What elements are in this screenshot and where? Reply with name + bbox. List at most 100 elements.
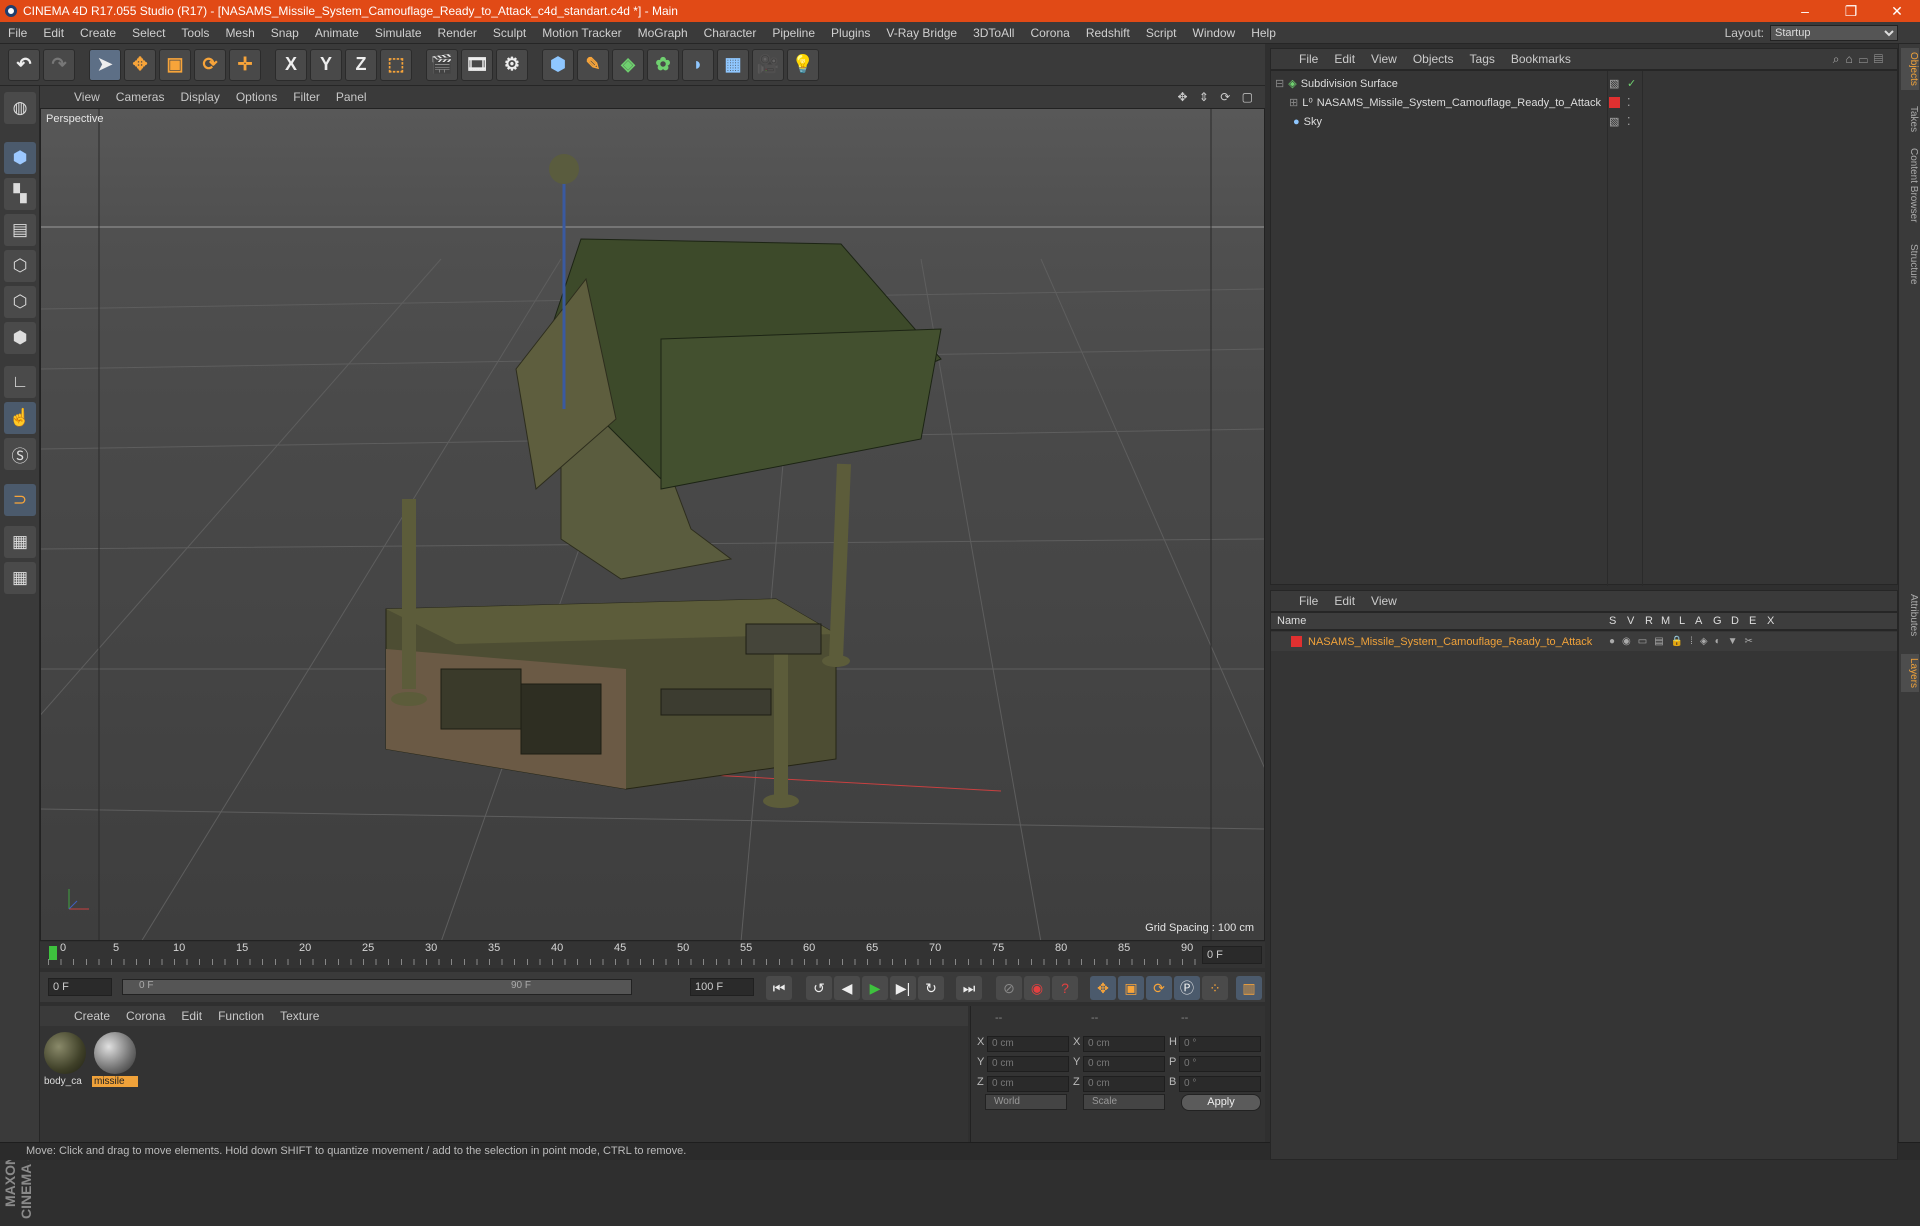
select-tool-icon[interactable]: ➤ xyxy=(89,48,121,81)
menu-help[interactable]: Help xyxy=(1243,26,1284,40)
menu-tools[interactable]: Tools xyxy=(173,26,217,40)
axis-mode-icon[interactable]: ∟ xyxy=(4,366,36,398)
menu-script[interactable]: Script xyxy=(1138,26,1185,40)
menu-snap[interactable]: Snap xyxy=(263,26,307,40)
layer-row[interactable]: NASAMS_Missile_System_Camouflage_Ready_t… xyxy=(1271,632,1897,651)
undo-button[interactable]: ↶ xyxy=(8,48,40,81)
viewport-menu-cameras[interactable]: Cameras xyxy=(108,90,173,104)
viewport-menu-filter[interactable]: Filter xyxy=(285,90,328,104)
apply-button[interactable]: Apply xyxy=(1181,1094,1261,1111)
tab-attributes[interactable]: Attributes xyxy=(1901,590,1919,640)
transform-tool-icon[interactable]: ✛ xyxy=(229,48,261,81)
y-axis-lock-button[interactable]: Y xyxy=(310,48,342,81)
edges-mode-icon[interactable]: ⬡ xyxy=(4,286,36,318)
menu-file[interactable]: File xyxy=(0,26,35,40)
viewport-menu-options[interactable]: Options xyxy=(228,90,285,104)
size-x-field[interactable]: 0 cm xyxy=(1083,1036,1165,1052)
key-parameter-icon[interactable]: Ⓟ xyxy=(1174,976,1200,1000)
subdivision-surface-icon[interactable]: ◈ xyxy=(612,48,644,81)
object-manager-search-home-icons[interactable]: ⌕⌂▭▤ xyxy=(1833,52,1889,67)
next-key-button[interactable]: ↻ xyxy=(918,976,944,1000)
object-row[interactable]: ⊟ ◈ Subdivision Surface ▧ ✓ xyxy=(1271,74,1897,93)
render-picture-viewer-icon[interactable]: 🎞 xyxy=(461,48,493,81)
menu-simulate[interactable]: Simulate xyxy=(367,26,430,40)
menu-animate[interactable]: Animate xyxy=(307,26,367,40)
viewport-menu-panel[interactable]: Panel xyxy=(328,90,375,104)
visibility-dots-icon[interactable]: ⁚ xyxy=(1627,96,1631,109)
visibility-toggle-icon[interactable]: ▧ xyxy=(1609,115,1619,128)
play-backwards-button[interactable]: ◀ xyxy=(834,976,860,1000)
workplane-mode-icon[interactable]: ▤ xyxy=(4,214,36,246)
camera-icon[interactable]: 🎥 xyxy=(752,48,784,81)
polygons-mode-icon[interactable]: ⬢ xyxy=(4,322,36,354)
menu-character[interactable]: Character xyxy=(696,26,765,40)
objects-menu-tags[interactable]: Tags xyxy=(1462,52,1503,66)
menu-redshift[interactable]: Redshift xyxy=(1078,26,1138,40)
tab-takes[interactable]: Takes xyxy=(1901,102,1919,136)
menu-mograph[interactable]: MoGraph xyxy=(630,26,696,40)
tab-content-browser[interactable]: Content Browser xyxy=(1901,144,1919,226)
layers-menu-edit[interactable]: Edit xyxy=(1326,594,1363,608)
autokeying-icon[interactable]: ? xyxy=(1052,976,1078,1000)
layer-color-swatch[interactable] xyxy=(1291,636,1302,647)
coordinate-system-icon[interactable]: ⬚ xyxy=(380,48,412,81)
rotation-h-field[interactable]: 0 ° xyxy=(1179,1036,1261,1052)
model-mode-icon[interactable]: ⬢ xyxy=(4,142,36,174)
object-name[interactable]: NASAMS_Missile_System_Camouflage_Ready_t… xyxy=(1317,97,1601,109)
timeline-window-icon[interactable]: ▥ xyxy=(1236,976,1262,1000)
tab-objects[interactable]: Objects xyxy=(1901,48,1919,90)
position-z-field[interactable]: 0 cm xyxy=(987,1076,1069,1092)
menu-plugins[interactable]: Plugins xyxy=(823,26,878,40)
redo-button[interactable]: ↷ xyxy=(43,48,75,81)
key-pla-icon[interactable]: ⁘ xyxy=(1202,976,1228,1000)
points-mode-icon[interactable]: ⬡ xyxy=(4,250,36,282)
render-view-icon[interactable]: 🎬 xyxy=(426,48,458,81)
lock-workplane-icon[interactable]: ▦ xyxy=(4,526,36,558)
rotation-p-field[interactable]: 0 ° xyxy=(1179,1056,1261,1072)
cube-object-icon[interactable]: ⬢ xyxy=(542,48,574,81)
move-tool-icon[interactable]: ✥ xyxy=(124,48,156,81)
objects-menu-file[interactable]: File xyxy=(1291,52,1326,66)
menu-mesh[interactable]: Mesh xyxy=(217,26,262,40)
visibility-dots-icon[interactable]: ⁚ xyxy=(1627,115,1631,128)
mograph-cloner-icon[interactable]: ✿ xyxy=(647,48,679,81)
keyframe-disabled-icon[interactable]: ⊘ xyxy=(996,976,1022,1000)
light-icon[interactable]: 💡 xyxy=(787,48,819,81)
coordinate-mode-dropdown[interactable]: World xyxy=(985,1094,1067,1110)
material-menu-corona[interactable]: Corona xyxy=(118,1009,173,1023)
snapping-icon[interactable]: Ⓢ xyxy=(4,438,36,470)
menu-edit[interactable]: Edit xyxy=(35,26,72,40)
spline-pen-icon[interactable]: ✎ xyxy=(577,48,609,81)
size-mode-dropdown[interactable]: Scale xyxy=(1083,1094,1165,1110)
tab-layers[interactable]: Layers xyxy=(1901,654,1919,693)
menu-select[interactable]: Select xyxy=(124,26,173,40)
objects-menu-bookmarks[interactable]: Bookmarks xyxy=(1503,52,1579,66)
material-menu-function[interactable]: Function xyxy=(210,1009,272,1023)
key-rotation-icon[interactable]: ⟳ xyxy=(1146,976,1172,1000)
start-frame-field[interactable]: 0 F xyxy=(48,978,112,996)
menu-vray-bridge[interactable]: V-Ray Bridge xyxy=(878,26,965,40)
object-name[interactable]: Sky xyxy=(1304,116,1322,128)
next-frame-button[interactable]: ▶| xyxy=(890,976,916,1000)
end-frame-field[interactable]: 100 F xyxy=(690,978,754,996)
minimize-button[interactable]: – xyxy=(1782,3,1828,19)
timeline-ruler[interactable]: 0 5 10 15 20 25 30 35 40 45 50 55 60 65 … xyxy=(40,942,1265,968)
menu-pipeline[interactable]: Pipeline xyxy=(764,26,823,40)
texture-mode-icon[interactable]: ▚ xyxy=(4,178,36,210)
maximize-button[interactable]: ❐ xyxy=(1828,3,1874,20)
material-menu-texture[interactable]: Texture xyxy=(272,1009,327,1023)
floor-scene-icon[interactable]: ▦ xyxy=(717,48,749,81)
material-body-camo[interactable]: body_ca xyxy=(42,1030,88,1088)
layer-name[interactable]: NASAMS_Missile_System_Camouflage_Ready_t… xyxy=(1308,636,1592,648)
objects-menu-view[interactable]: View xyxy=(1363,52,1405,66)
enabled-check-icon[interactable]: ✓ xyxy=(1627,77,1636,90)
material-menu-edit[interactable]: Edit xyxy=(173,1009,210,1023)
playhead-marker[interactable] xyxy=(49,946,57,960)
play-button[interactable]: ▶ xyxy=(862,976,888,1000)
layer-flag-toggles[interactable]: ●◉▭▤🔒⁞◈◐▼✂ xyxy=(1609,636,1760,647)
planar-workplane-icon[interactable]: ▦ xyxy=(4,562,36,594)
layers-menu-file[interactable]: File xyxy=(1291,594,1326,608)
objects-menu-objects[interactable]: Objects xyxy=(1405,52,1462,66)
object-name[interactable]: Subdivision Surface xyxy=(1301,78,1398,90)
viewport-navigation-icons[interactable]: ✥ ⇕ ⟳ ▢ xyxy=(1177,90,1257,104)
